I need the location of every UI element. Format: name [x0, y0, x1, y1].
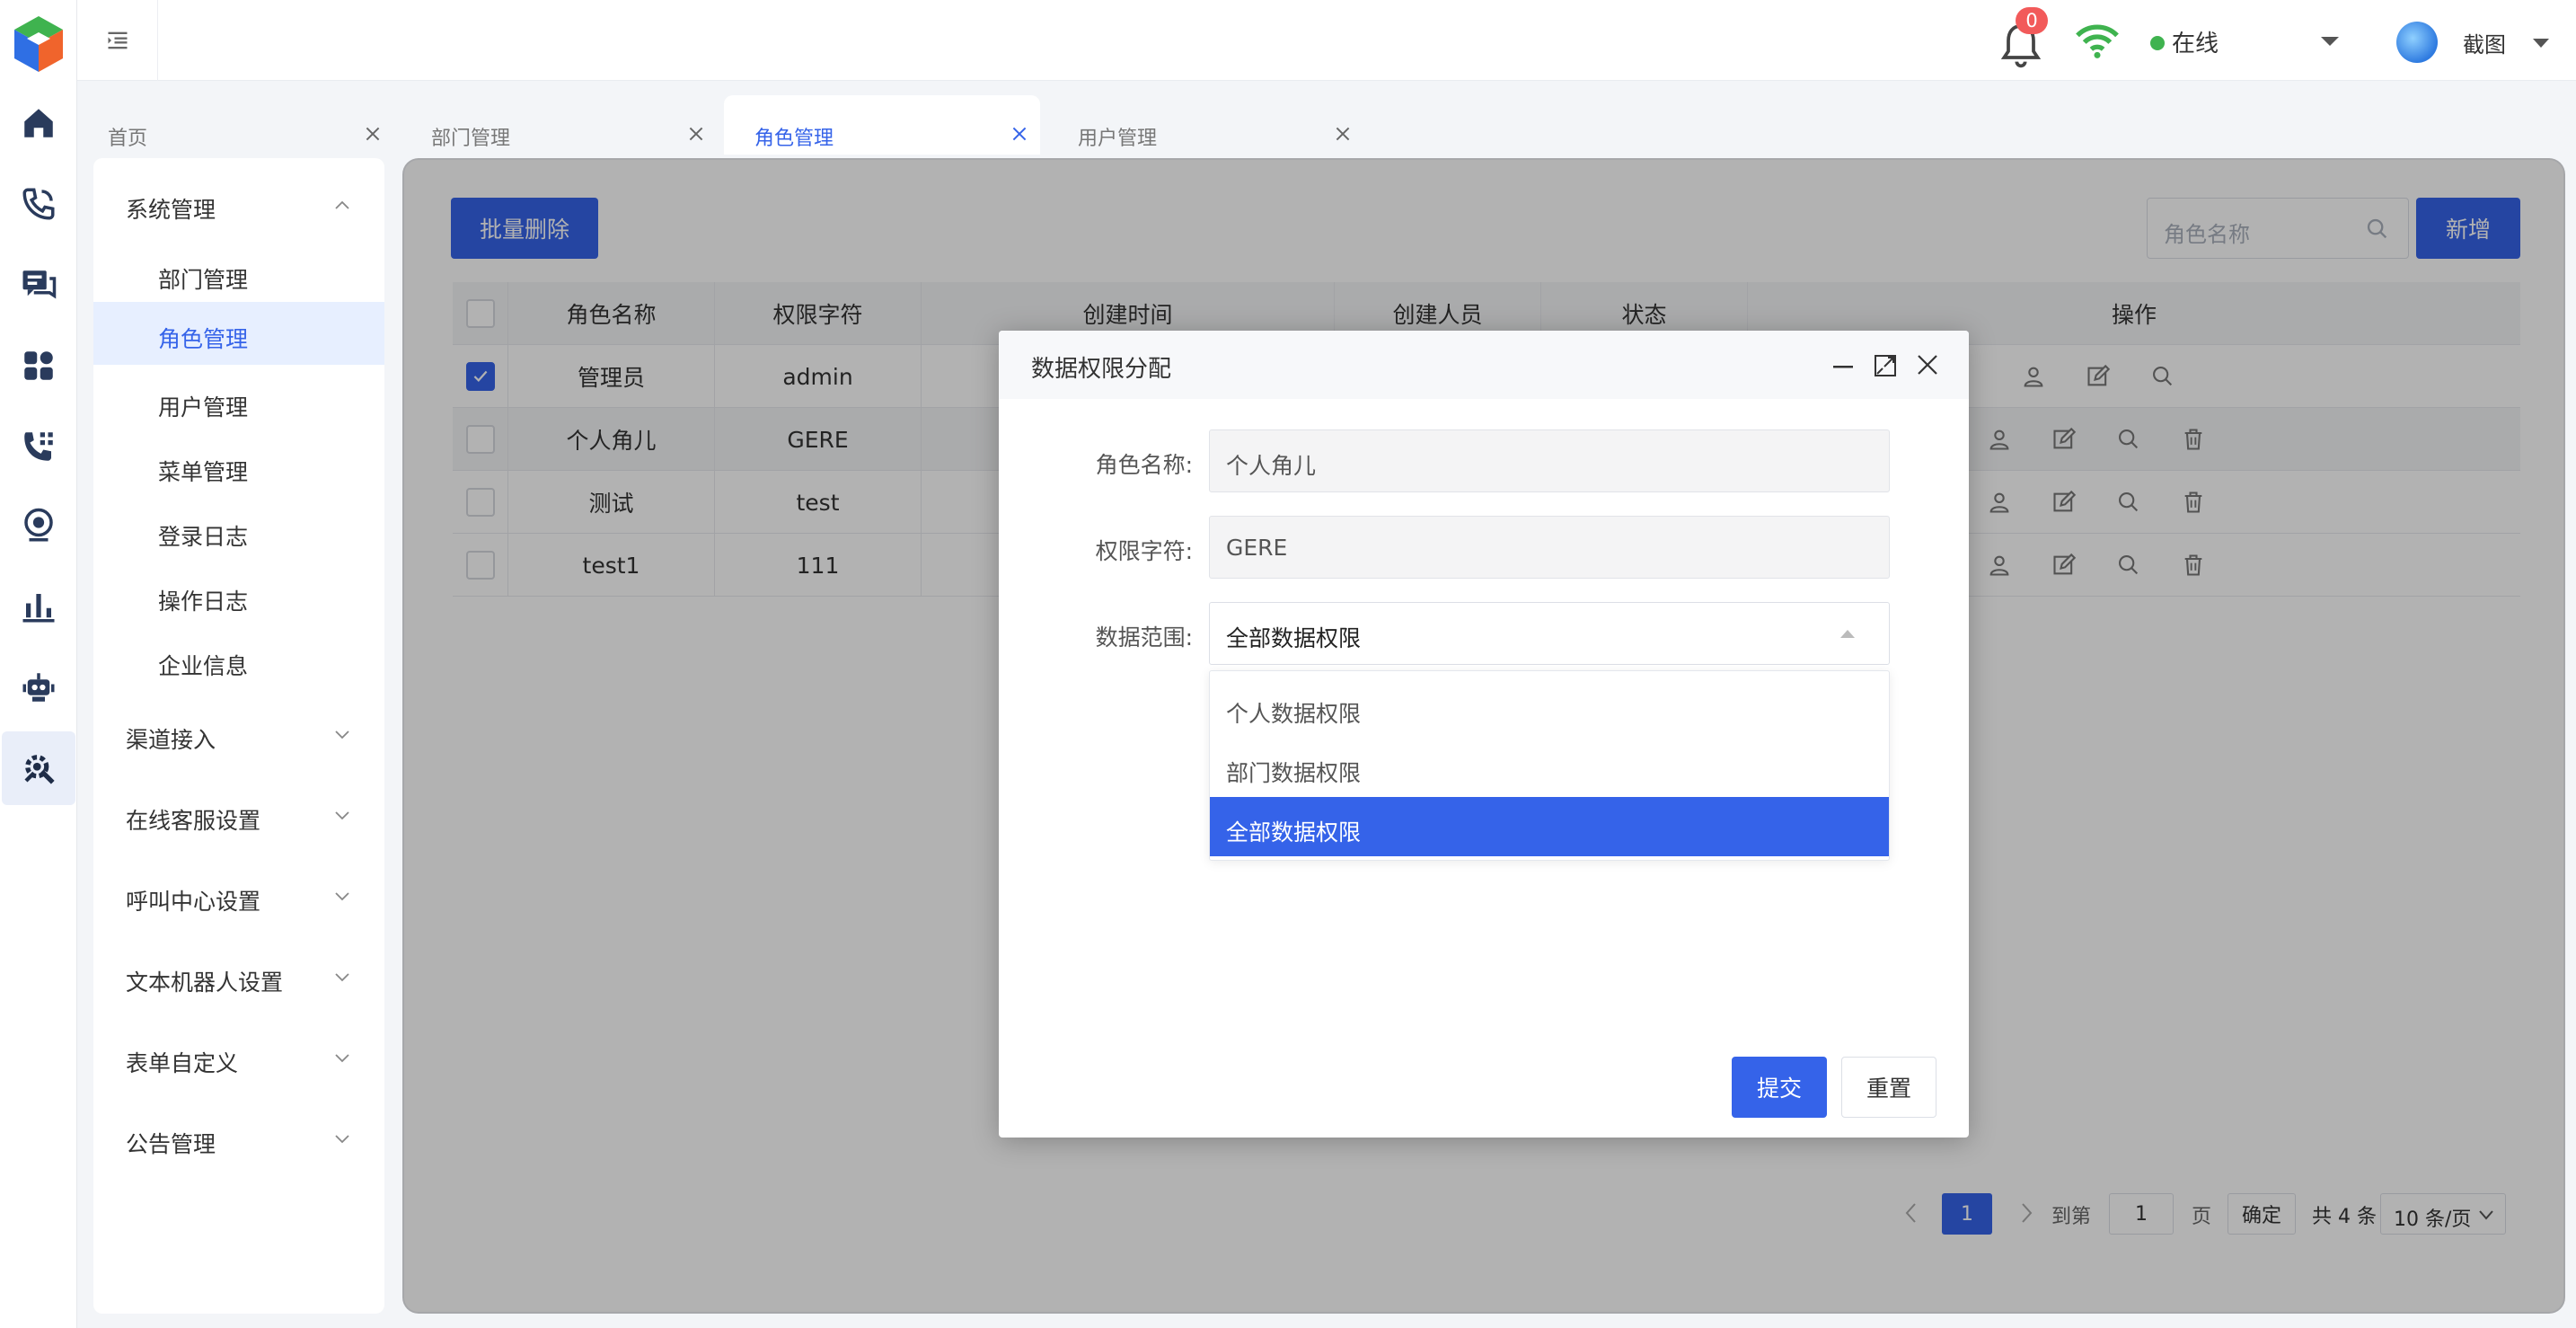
page-tabs: 首页 部门管理 角色管理 用户管理 — [77, 81, 2576, 155]
data-scope-label: 数据范围: — [1095, 624, 1193, 651]
menu-group-form-custom[interactable]: 表单自定义 — [93, 1023, 384, 1085]
close-icon[interactable] — [363, 124, 383, 144]
bar-chart-icon[interactable] — [13, 580, 65, 633]
webcam-icon[interactable] — [13, 500, 65, 552]
submit-button[interactable]: 提交 — [1732, 1057, 1827, 1118]
chevron-down-icon — [335, 1135, 349, 1144]
phone-call-icon[interactable] — [13, 178, 65, 230]
menu-group-channel[interactable]: 渠道接入 — [93, 699, 384, 762]
dialog-title: 数据权限分配 — [1031, 356, 1172, 383]
side-menu: 系统管理 部门管理 角色管理 用户管理 菜单管理 登录日志 操作日志 企业信息 … — [93, 158, 384, 1314]
close-icon[interactable] — [686, 124, 706, 144]
sidebar-item-role[interactable]: 角色管理 — [93, 302, 384, 365]
home-icon[interactable] — [13, 97, 65, 149]
tab-label: 首页 — [108, 128, 148, 150]
menu-group-online-service[interactable]: 在线客服设置 — [93, 780, 384, 843]
reset-button[interactable]: 重置 — [1841, 1057, 1936, 1118]
wifi-icon — [2073, 22, 2122, 61]
menu-group-label: 在线客服设置 — [126, 808, 261, 834]
close-icon[interactable] — [1010, 124, 1029, 144]
option-personal-scope[interactable]: 个人数据权限 — [1210, 678, 1889, 738]
maximize-icon[interactable] — [1872, 352, 1899, 379]
menu-group-label: 系统管理 — [126, 197, 216, 223]
robot-icon[interactable] — [13, 661, 65, 713]
tab-role[interactable]: 角色管理 — [724, 95, 1040, 155]
close-icon[interactable] — [1333, 124, 1353, 144]
chevron-down-icon — [335, 811, 349, 820]
tab-user[interactable]: 用户管理 — [1047, 95, 1363, 155]
data-scope-value: 全部数据权限 — [1226, 625, 1362, 651]
data-permission-dialog: 数据权限分配 角色名称: 个人角儿 权限字符: GERE 数据范围: 全部数据权… — [999, 331, 1969, 1138]
tab-label: 用户管理 — [1078, 128, 1158, 150]
sidebar-item-department[interactable]: 部门管理 — [93, 243, 384, 305]
sidebar-item-operation-log[interactable]: 操作日志 — [93, 564, 384, 627]
collapse-menu-button[interactable] — [77, 0, 158, 81]
tab-label: 部门管理 — [431, 128, 511, 150]
perm-key-field: GERE — [1209, 516, 1890, 579]
tab-label: 角色管理 — [754, 128, 834, 150]
role-name-field: 个人角儿 — [1209, 429, 1890, 492]
tab-department[interactable]: 部门管理 — [401, 95, 717, 155]
data-scope-select[interactable]: 全部数据权限 — [1209, 602, 1890, 665]
data-scope-dropdown: 个人数据权限 部门数据权限 全部数据权限 — [1209, 670, 1890, 861]
menu-group-call-center[interactable]: 呼叫中心设置 — [93, 861, 384, 924]
option-department-scope[interactable]: 部门数据权限 — [1210, 738, 1889, 797]
sidebar-item-company-info[interactable]: 企业信息 — [93, 629, 384, 692]
user-name[interactable]: 截图 — [2463, 27, 2506, 58]
sidebar-item-menu[interactable]: 菜单管理 — [93, 435, 384, 498]
chevron-up-icon — [335, 200, 349, 209]
menu-group-label: 文本机器人设置 — [126, 969, 284, 996]
menu-fold-icon — [108, 31, 127, 49]
role-name-label: 角色名称: — [1095, 452, 1193, 478]
menu-group-announcement[interactable]: 公告管理 — [93, 1103, 384, 1166]
menu-group-label: 渠道接入 — [126, 727, 216, 753]
user-dropdown-icon[interactable] — [2531, 36, 2551, 49]
dialog-header: 数据权限分配 — [999, 331, 1969, 399]
chevron-down-icon — [335, 892, 349, 901]
sidebar-item-login-log[interactable]: 登录日志 — [93, 500, 384, 562]
perm-key-label: 权限字符: — [1095, 538, 1193, 564]
close-icon[interactable] — [1915, 352, 1940, 377]
tab-home[interactable]: 首页 — [77, 95, 393, 155]
option-all-scope[interactable]: 全部数据权限 — [1210, 797, 1889, 856]
chat-icon[interactable] — [13, 259, 65, 311]
chevron-down-icon — [335, 973, 349, 982]
sidebar-item-user[interactable]: 用户管理 — [93, 370, 384, 433]
minimize-icon[interactable] — [1831, 354, 1856, 379]
chevron-down-icon — [335, 1054, 349, 1063]
icon-rail — [0, 0, 77, 1328]
caret-up-icon — [1840, 630, 1855, 638]
settings-tools-icon[interactable] — [2, 731, 75, 805]
avatar[interactable] — [2396, 22, 2438, 63]
apps-icon[interactable] — [13, 340, 65, 392]
online-status-label[interactable]: 在线 — [2172, 25, 2219, 58]
menu-group-system[interactable]: 系统管理 — [93, 169, 384, 232]
menu-group-text-robot[interactable]: 文本机器人设置 — [93, 942, 384, 1005]
menu-group-label: 呼叫中心设置 — [126, 889, 261, 915]
status-dropdown-icon[interactable] — [2319, 34, 2341, 49]
online-status-dot — [2150, 36, 2165, 50]
chevron-down-icon — [335, 730, 349, 739]
menu-group-label: 公告管理 — [126, 1131, 216, 1157]
phone-grid-icon[interactable] — [13, 421, 65, 473]
menu-group-label: 表单自定义 — [126, 1050, 239, 1076]
notification-badge: 0 — [2016, 7, 2048, 34]
app-logo-icon — [7, 13, 70, 75]
